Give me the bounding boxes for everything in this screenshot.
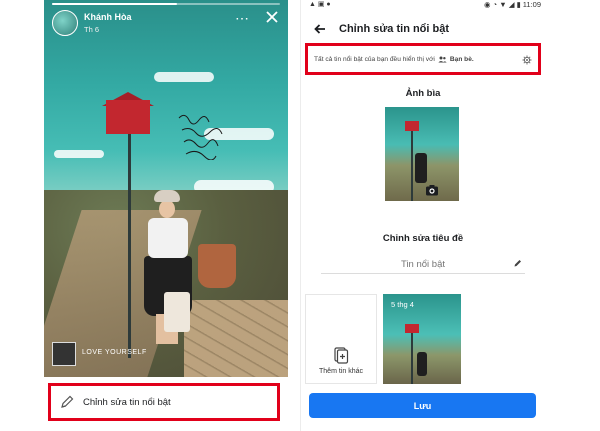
privacy-notice-text: Tất cả tin nổi bật của bạn đều hiển thị … <box>314 55 435 63</box>
add-more-stories-button[interactable]: Thêm tin khác <box>305 294 377 384</box>
cover-girl <box>415 153 427 183</box>
thumb-pole <box>411 333 413 384</box>
status-bar: ▲ ▣ ● ◉ ◔ ▼ ◢ ▮ 11:09 <box>301 0 545 10</box>
edit-highlight-panel: ▲ ▣ ● ◉ ◔ ▼ ◢ ▮ 11:09 Chỉnh sửa tin nổi … <box>300 0 545 431</box>
tote-bag <box>164 292 190 332</box>
edit-highlight-label: Chỉnh sửa tin nổi bật <box>83 396 171 408</box>
girl-hat <box>154 190 180 202</box>
story-progress-fill <box>52 3 178 5</box>
pencil-icon <box>514 260 521 267</box>
status-notification-icons: ▲ ▣ ● <box>309 1 331 8</box>
back-arrow-icon[interactable] <box>313 22 327 36</box>
story-image[interactable]: Khánh Hòa Th 6 ⋯ LOVE YOURSELF <box>44 0 288 377</box>
status-time: 11:09 <box>522 0 541 9</box>
save-button[interactable]: Lưu <box>309 393 536 418</box>
handwriting-doodle <box>178 114 223 160</box>
avatar[interactable] <box>52 10 78 36</box>
clay-pot <box>198 244 236 288</box>
gear-icon[interactable] <box>522 55 532 65</box>
cloud <box>154 72 214 82</box>
music-title: LOVE YOURSELF <box>82 349 147 356</box>
add-more-stories-label: Thêm tin khác <box>319 368 363 375</box>
music-thumbnail[interactable] <box>52 342 76 366</box>
more-options-icon[interactable]: ⋯ <box>235 11 250 25</box>
privacy-audience: Bạn bè. <box>449 55 474 63</box>
cover-photo[interactable] <box>385 107 459 201</box>
brick-ground <box>184 300 288 377</box>
cover-photo-heading: Ảnh bìa <box>405 88 441 99</box>
friends-icon <box>438 56 447 62</box>
cover-mailbox <box>405 121 419 131</box>
add-story-icon <box>334 347 349 364</box>
girl-face <box>159 200 175 218</box>
cloud <box>54 150 104 158</box>
red-mailbox <box>106 100 150 134</box>
selected-story-thumbnail[interactable]: 5 thg 4 <box>383 294 461 384</box>
selected-story-date: 5 thg 4 <box>391 300 414 309</box>
girl-shirt <box>148 218 188 258</box>
privacy-notice: Tất cả tin nổi bật của bạn đều hiển thị … <box>305 43 541 75</box>
page-title: Chỉnh sửa tin nổi bật <box>339 23 450 35</box>
story-progress-bar <box>52 3 280 5</box>
pencil-icon <box>61 395 74 408</box>
camera-icon[interactable] <box>425 183 439 197</box>
close-icon[interactable] <box>264 9 280 25</box>
story-viewer-panel: Khánh Hòa Th 6 ⋯ LOVE YOURSELF Chỉnh sửa… <box>44 0 288 431</box>
story-user-name[interactable]: Khánh Hòa <box>84 12 132 22</box>
status-time-group: ◉ ◔ ▼ ◢ ▮ 11:09 <box>483 0 541 9</box>
edit-highlight-button[interactable]: Chỉnh sửa tin nổi bật <box>48 383 280 421</box>
edit-title-heading: Chỉnh sửa tiêu đề <box>382 233 464 244</box>
thumb-mailbox <box>405 324 419 333</box>
mailbox-pole <box>128 128 131 358</box>
title-input-wrapper <box>321 254 525 274</box>
title-input[interactable] <box>333 255 513 274</box>
story-date: Th 6 <box>84 25 100 34</box>
thumb-girl <box>417 352 427 376</box>
cover-pole <box>411 131 413 201</box>
